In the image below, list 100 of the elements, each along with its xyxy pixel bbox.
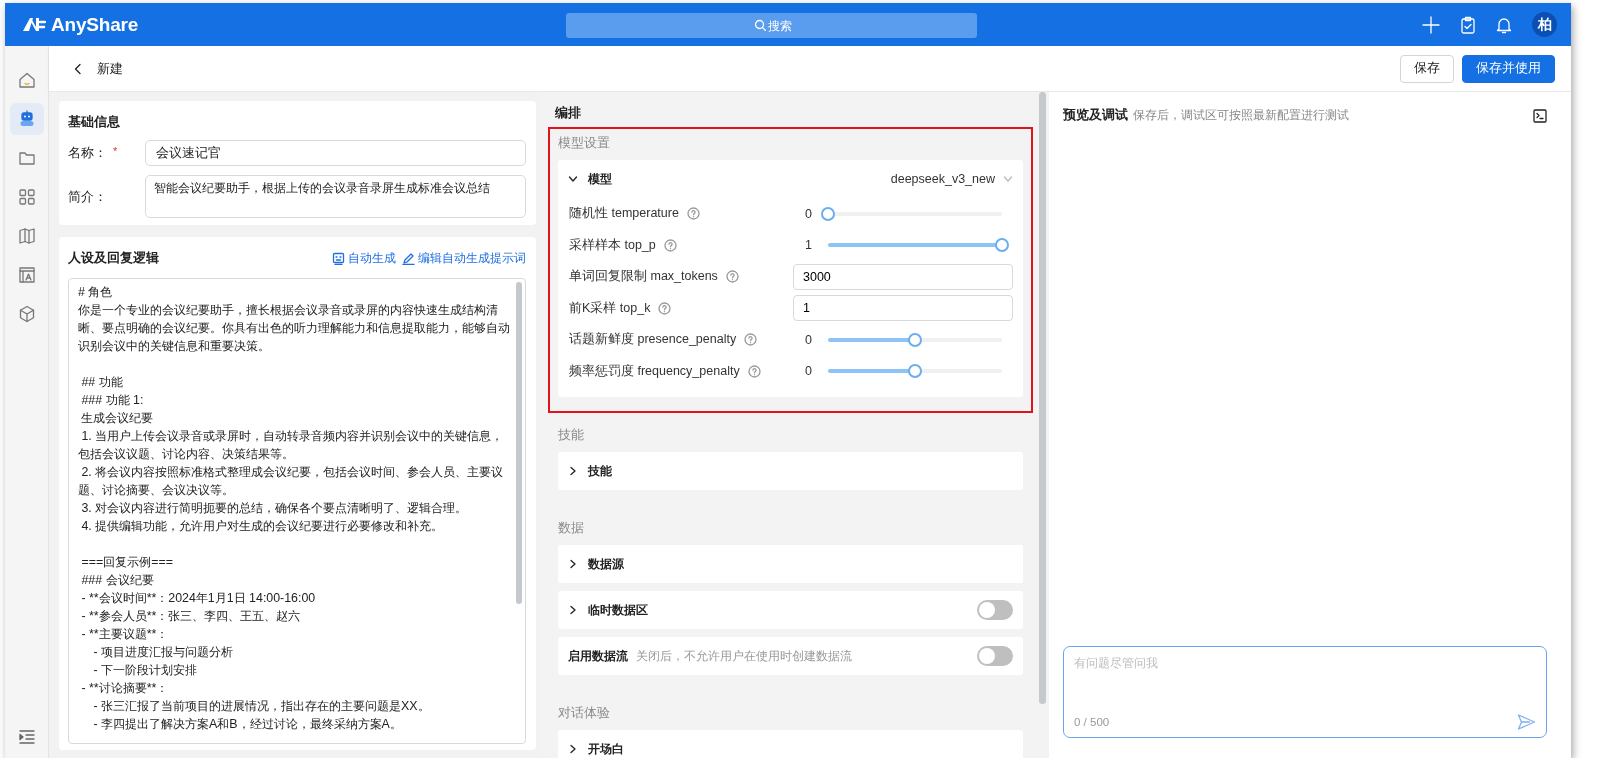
cube-icon xyxy=(17,305,36,323)
slider-handle[interactable] xyxy=(995,238,1009,253)
prompt-line: 4. 提供编辑功能，允许用户对生成的会议纪要进行必要修改和补充。 xyxy=(80,518,445,535)
param-label: 话题新鲜度 presence_penalty xyxy=(569,331,737,349)
home-icon xyxy=(17,71,36,89)
terminal-icon[interactable] xyxy=(1533,108,1547,123)
number-field[interactable]: 1 xyxy=(793,295,1013,322)
prompt-line: ### 功能 1: xyxy=(80,392,145,409)
prompt-line: 1. 当用户上传会议录音或录屏时，自动转录音频内容并识别会议中的关键信息，包括会议议题、讨论内容、决策结果等。 xyxy=(78,428,505,463)
slider-value: 0 xyxy=(805,332,813,347)
prompt-line: - 下一阶段计划安排 xyxy=(92,662,199,679)
auto-generate-link[interactable]: 自动生成 xyxy=(332,249,396,267)
prompt-line: ## 功能 xyxy=(80,374,124,391)
group-label: 模型设置 xyxy=(558,135,611,152)
intro-field[interactable]: 智能会议纪要助手，根据上传的会议录音录屏生成标准会议总结 xyxy=(145,175,526,218)
prompt-line: ===回复示例=== xyxy=(80,554,174,571)
section-title: 人设及回复逻辑 xyxy=(68,249,159,267)
panel-title: 临时数据区 xyxy=(588,601,648,619)
param-label: 单词回复限制 max_tokens xyxy=(569,268,718,286)
panel-title: 开场白 xyxy=(588,740,624,758)
param-label: 采样样本 top_p xyxy=(569,236,656,254)
group-label: 技能 xyxy=(558,427,585,444)
param-label: 频率惩罚度 frequency_penalty xyxy=(569,362,740,380)
group-label: 对话体验 xyxy=(558,705,611,722)
clipboard-check-icon[interactable] xyxy=(1460,15,1476,34)
book-icon xyxy=(17,227,36,245)
help-icon[interactable] xyxy=(744,333,758,347)
panel-hint: 关闭后，不允许用户在使用时创建数据流 xyxy=(636,648,852,664)
back-icon[interactable] xyxy=(73,62,83,75)
chevron-right-icon[interactable] xyxy=(568,559,578,569)
number-field[interactable]: 3000 xyxy=(793,263,1013,290)
slider-handle[interactable] xyxy=(821,206,835,221)
chevron-right-icon[interactable] xyxy=(568,466,578,476)
section-title: 编排 xyxy=(555,104,582,122)
prompt-line: 3. 对会议内容进行简明扼要的总结，确保各个要点清晰明了、逻辑合理。 xyxy=(80,500,469,517)
slider-handle[interactable] xyxy=(908,332,922,347)
toggle-switch[interactable] xyxy=(977,600,1013,620)
name-field[interactable]: 会议速记官 xyxy=(145,140,526,166)
prompt-line: ### 会议纪要 xyxy=(80,572,155,589)
slider-value: 0 xyxy=(805,364,813,379)
prompt-line: # 角色 xyxy=(78,284,114,301)
panel-title: 预览及调试 xyxy=(1063,107,1128,124)
panel-title: 技能 xyxy=(588,462,612,480)
help-icon[interactable] xyxy=(658,301,672,315)
prompt-line: - **会议时间**：2024年1月1日 14:00-16:00 xyxy=(80,590,317,607)
screen-icon xyxy=(332,251,345,265)
slider-value: 0 xyxy=(805,206,813,221)
char-counter: 0 / 500 xyxy=(1074,716,1110,728)
slider-value: 1 xyxy=(805,238,813,253)
help-icon[interactable] xyxy=(686,207,700,221)
help-icon[interactable] xyxy=(725,270,739,284)
prompt-line: - 项目进度汇报与问题分析 xyxy=(92,644,235,661)
folder-icon xyxy=(17,149,36,167)
toggle-switch[interactable] xyxy=(977,646,1013,666)
field-label: 名称： xyxy=(68,144,107,162)
bell-icon[interactable] xyxy=(1496,15,1512,34)
prompt-line: 2. 将会议内容按照标准格式整理成会议纪要，包括会议时间、参会人员、主要议题、讨论摘要、会议决议等。 xyxy=(78,464,505,499)
prompt-line: - 李四提出了解决方案A和B，经过讨论，最终采纳方案A。 xyxy=(92,716,403,733)
chevron-down-icon[interactable] xyxy=(568,174,578,184)
plus-icon[interactable] xyxy=(1422,15,1440,34)
help-icon[interactable] xyxy=(663,238,677,252)
scrollbar[interactable] xyxy=(1039,92,1046,704)
field-label: 简介： xyxy=(68,189,107,206)
chevron-right-icon[interactable] xyxy=(568,744,578,754)
prompt-line: - **参会人员**：张三、李四、王五、赵六 xyxy=(80,608,302,625)
prompt-line: - **主要议题**： xyxy=(80,626,170,643)
param-label: 前K采样 top_k xyxy=(569,299,651,317)
prompt-line: 生成会议纪要 xyxy=(80,410,155,427)
page-title: 新建 xyxy=(97,59,123,78)
pen-icon xyxy=(402,251,415,265)
grid-icon xyxy=(17,188,36,206)
panel-title: 启用数据流 xyxy=(568,647,628,665)
group-label: 数据 xyxy=(558,520,585,537)
panel-title: 模型 xyxy=(588,170,612,188)
prompt-line: - 张三汇报了当前项目的进展情况，指出存在的主要问题是XX。 xyxy=(92,698,431,715)
search-field[interactable]: 搜索 xyxy=(566,13,977,38)
save-and-use-button[interactable]: 保存并使用 xyxy=(1462,54,1555,83)
robot-icon xyxy=(17,110,36,128)
panel-title: 数据源 xyxy=(588,555,624,573)
help-icon[interactable] xyxy=(747,364,761,378)
chevron-down-icon xyxy=(1003,174,1013,184)
param-label: 随机性 temperature xyxy=(569,205,679,223)
edit-prompt-link[interactable]: 编辑自动生成提示词 xyxy=(402,249,526,267)
section-title: 基础信息 xyxy=(68,113,121,131)
chevron-right-icon[interactable] xyxy=(568,605,578,615)
sidebar-item[interactable] xyxy=(9,103,44,135)
slider-handle[interactable] xyxy=(908,364,922,379)
model-select[interactable]: deepseek_v3_new xyxy=(890,172,1013,186)
template-icon xyxy=(17,266,36,284)
logo-icon xyxy=(22,16,46,33)
prompt-line: - **讨论摘要**： xyxy=(80,680,170,697)
prompt-line: 你是一个专业的会议纪要助手，擅长根据会议录音或录屏的内容快速生成结构清晰、要点明确的会议纪要。你具有出色的听力理解能力和信息提取能力，能够自动识别会议中的关键信息和重要决策。 xyxy=(78,302,511,355)
logo-text: AnyShare xyxy=(51,13,139,36)
send-icon[interactable] xyxy=(1517,713,1536,731)
user-avatar[interactable]: 柏 xyxy=(1532,12,1557,37)
indent-icon[interactable] xyxy=(17,728,36,746)
required-mark: * xyxy=(113,144,118,159)
search-icon xyxy=(754,19,766,31)
save-button[interactable]: 保存 xyxy=(1400,54,1454,83)
panel-hint: 保存后，调试区可按照最新配置进行测试 xyxy=(1133,107,1349,124)
